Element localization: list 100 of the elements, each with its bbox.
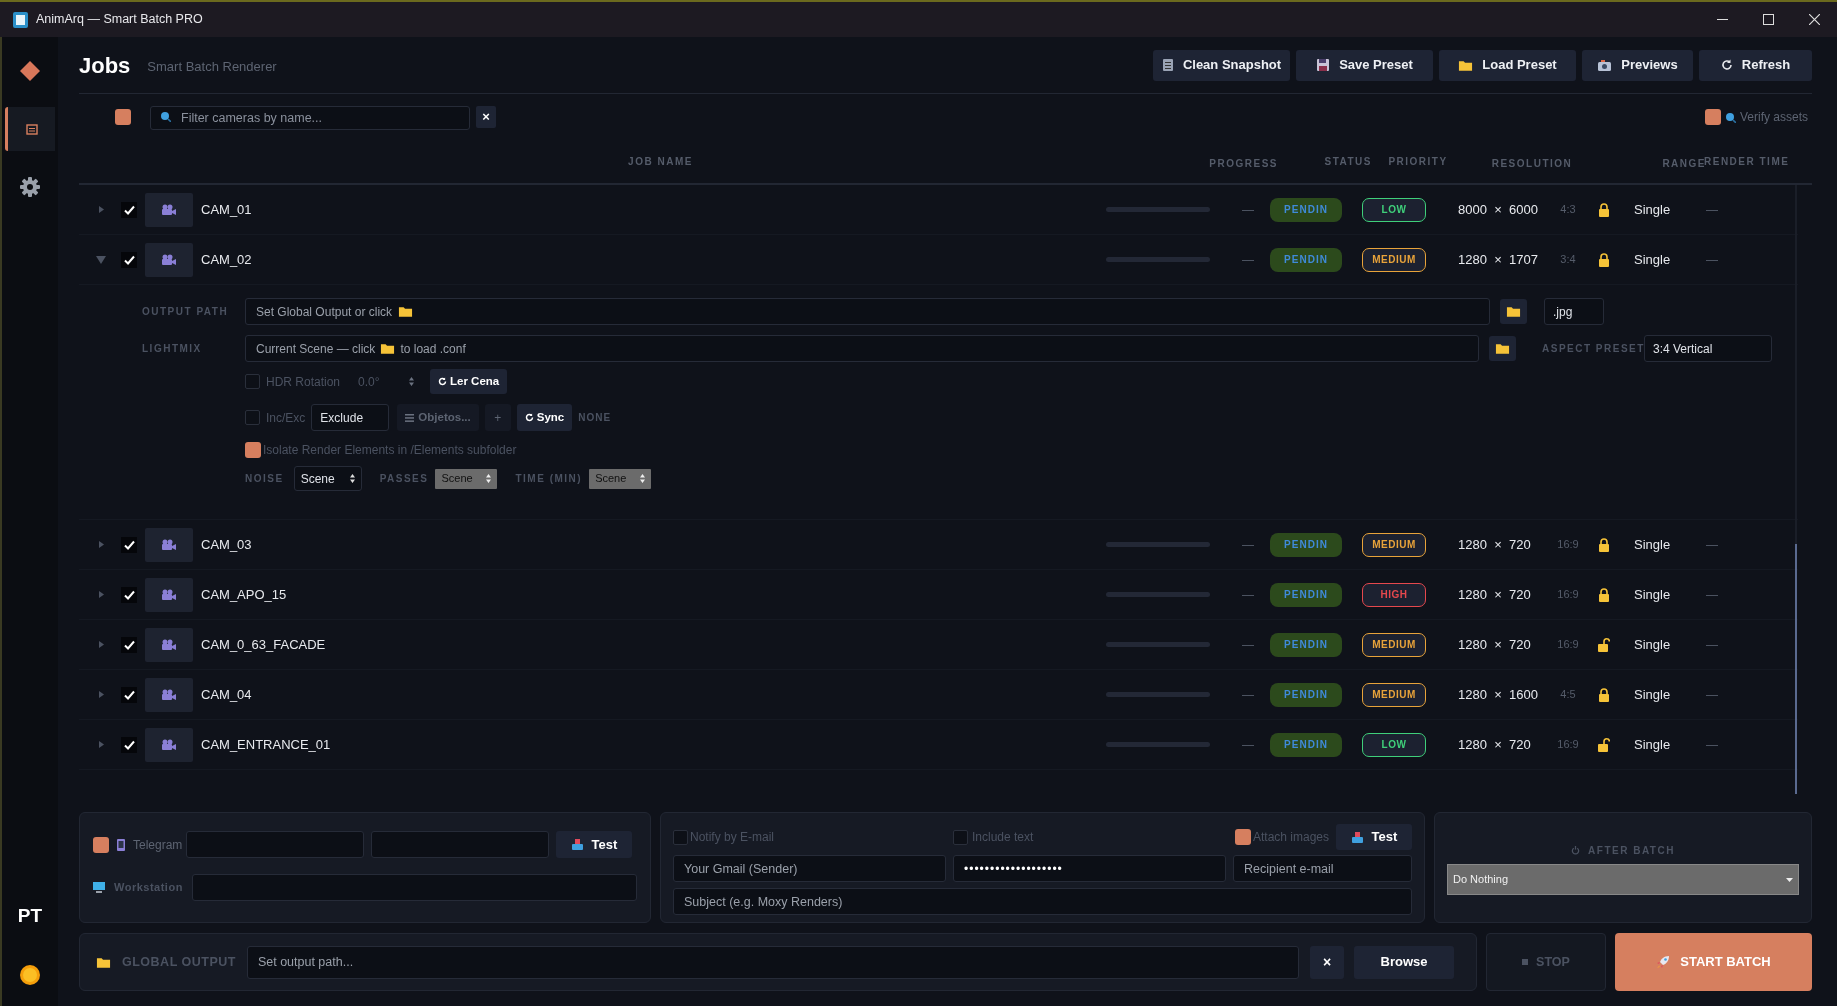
browse-button[interactable]: Browse [1354, 945, 1454, 979]
telegram-checkbox[interactable] [93, 836, 109, 853]
output-path-field[interactable]: Set Global Output or click [245, 298, 1490, 325]
lock-icon[interactable] [1598, 537, 1610, 552]
output-path-field[interactable]: Set output path... [246, 945, 1299, 979]
folder-icon [1458, 58, 1474, 72]
priority-badge: MEDIUM [1362, 632, 1426, 657]
progress-value: — [1241, 201, 1255, 219]
priority-badge: MEDIUM [1362, 532, 1426, 557]
scrollbar[interactable] [1795, 185, 1797, 794]
job-row[interactable]: CAM_03 — PENDIN MEDIUM 1280 × 720 16:9 Single — [79, 520, 1798, 570]
extension-field[interactable]: .jpg [1544, 298, 1604, 325]
lightmix-field[interactable]: Current Scene — click to load .conf [245, 335, 1479, 362]
global-output-label: GLOBAL OUTPUT [122, 953, 236, 971]
browse-folder-button[interactable] [1489, 336, 1516, 361]
unlocked-lock-icon[interactable] [1598, 637, 1610, 652]
lock-icon[interactable] [1598, 202, 1610, 217]
lock-icon[interactable] [1598, 587, 1610, 602]
lock-icon[interactable] [1598, 252, 1610, 267]
email-test-button[interactable]: Test [1336, 824, 1412, 850]
row-checkbox[interactable] [121, 536, 137, 553]
browse-folder-button[interactable] [1500, 299, 1527, 324]
aspect-ratio: 3:4 [1559, 252, 1577, 268]
aspect-ratio: 4:3 [1559, 202, 1577, 218]
toolbar-button[interactable]: Previews [1582, 49, 1693, 81]
verify-assets-checkbox[interactable] [1704, 109, 1721, 125]
isolate-elements-checkbox[interactable] [245, 442, 261, 458]
toolbar-button[interactable]: Save Preset [1296, 49, 1433, 81]
job-name: CAM_04 [201, 685, 253, 704]
search-icon [1724, 111, 1736, 123]
job-row[interactable]: CAM_01 — PENDIN LOW 8000 × 6000 4:3 Single — [79, 185, 1798, 235]
refresh-icon [524, 413, 534, 422]
select-all-checkbox[interactable] [115, 109, 131, 125]
inc-exc-checkbox[interactable] [245, 410, 260, 425]
rocket-icon [1656, 955, 1671, 969]
language-label[interactable]: PT [17, 901, 43, 930]
dropdown[interactable]: Scene [293, 466, 362, 491]
filter-field[interactable]: Filter cameras by name... [150, 106, 470, 130]
sender-email-field[interactable]: Your Gmail (Sender) [673, 855, 946, 882]
include-text-label: Include text [972, 829, 1034, 846]
job-row[interactable]: CAM_APO_15 — PENDIN HIGH 1280 × 720 16:9 Single — [79, 570, 1798, 620]
camera-icon [1597, 58, 1613, 72]
unlocked-lock-icon[interactable] [1598, 737, 1610, 752]
aspect-ratio: 16:9 [1556, 737, 1580, 753]
status-badge: PENDIN [1270, 732, 1342, 757]
job-row[interactable]: CAM_02 — PENDIN MEDIUM 1280 × 1707 3:4 Single — [79, 235, 1798, 285]
hdr-rotation-checkbox[interactable] [245, 374, 260, 389]
mode-field[interactable]: Exclude [311, 404, 390, 431]
range-value: Single [1633, 635, 1672, 654]
job-row[interactable]: CAM_04 — PENDIN MEDIUM 1280 × 1600 4:5 Single — [79, 670, 1798, 720]
job-row[interactable]: CAM_ENTRANCE_01 — PENDIN LOW 1280 × 720 16:9 Single — [79, 720, 1798, 770]
bot-token-field[interactable] [186, 831, 364, 858]
spinner-arrows-icon[interactable] [349, 474, 355, 483]
status-badge: PENDIN [1270, 632, 1342, 657]
status-badge: PENDIN [1270, 197, 1342, 222]
dropdown[interactable]: Scene [435, 468, 498, 489]
menu-icon [405, 413, 415, 422]
clear-output-button[interactable]: × [1310, 945, 1344, 979]
sync-button[interactable]: Sync [516, 404, 573, 431]
row-checkbox[interactable] [121, 586, 137, 603]
subject-field[interactable]: Subject (e.g. Moxy Renders) [673, 888, 1412, 915]
row-checkbox[interactable] [121, 636, 137, 653]
folder-icon [1506, 305, 1521, 318]
dropdown-caret-icon[interactable] [1786, 877, 1793, 882]
column-header: RESOLUTION [1491, 157, 1573, 169]
email-notify-checkbox[interactable] [673, 829, 688, 845]
sun-icon[interactable] [19, 964, 41, 986]
diamond-logo-icon [19, 60, 41, 82]
recipient-email-field[interactable]: Recipient e-mail [1233, 855, 1412, 882]
job-name: CAM_ENTRANCE_01 [201, 735, 332, 754]
progress-value: — [1241, 736, 1255, 754]
video-camera-icon [161, 588, 177, 601]
dropdown[interactable]: Scene [589, 468, 652, 489]
workstation-field[interactable] [192, 874, 637, 901]
job-row[interactable]: CAM_0_63_FACADE — PENDIN MEDIUM 1280 × 720 16:9 Single — [79, 620, 1798, 670]
render-time: — [1705, 201, 1719, 219]
toolbar-button[interactable]: Load Preset [1439, 49, 1576, 81]
row-checkbox[interactable] [121, 736, 137, 753]
toolbar-button[interactable]: Clean Snapshot [1153, 49, 1290, 81]
include-text-checkbox[interactable] [953, 829, 968, 845]
lock-icon[interactable] [1598, 687, 1610, 702]
field-label: PASSES [379, 472, 429, 486]
chat-id-field[interactable] [371, 831, 549, 858]
clear-filter-button[interactable]: × [476, 106, 496, 128]
lightmix-placeholder: Current Scene — click [256, 340, 376, 358]
toolbar-button[interactable]: Refresh [1699, 49, 1812, 81]
video-camera-icon [161, 688, 177, 701]
sidebar-item[interactable] [5, 107, 55, 151]
workstation-label: Workstation [114, 880, 184, 896]
attach-images-checkbox[interactable] [1234, 829, 1251, 845]
range-value: Single [1633, 200, 1672, 219]
password-field[interactable]: ••••••••••••••••••• [953, 855, 1226, 882]
aspect-preset-field[interactable]: 3:4 Vertical [1644, 335, 1772, 362]
row-checkbox[interactable] [121, 251, 137, 268]
telegram-test-button[interactable]: Test [556, 831, 632, 858]
phone-icon [117, 838, 125, 851]
read-scene-button[interactable]: Ler Cena [430, 369, 508, 394]
row-checkbox[interactable] [121, 686, 137, 703]
after-batch-dropdown[interactable]: Do Nothing [1447, 864, 1799, 895]
row-checkbox[interactable] [121, 201, 137, 218]
